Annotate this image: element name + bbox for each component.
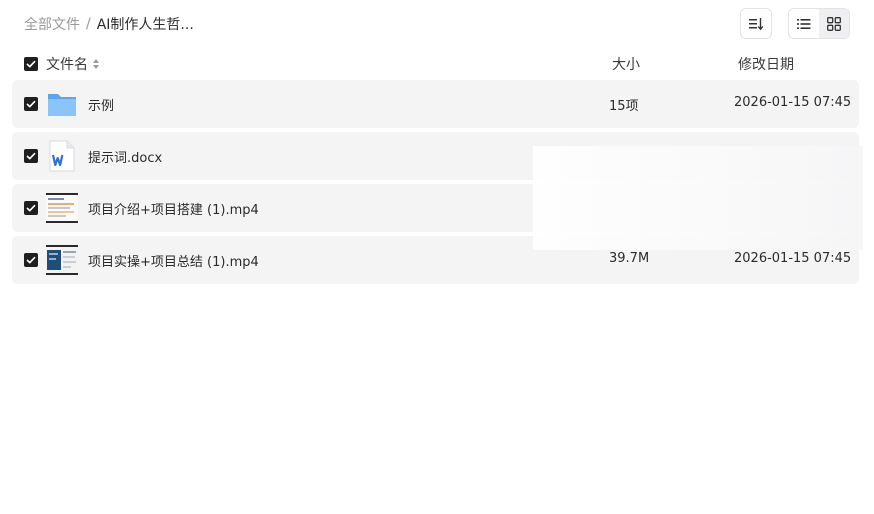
list-view-button[interactable] — [789, 9, 819, 38]
view-toggle — [788, 8, 850, 39]
list-view-icon — [797, 18, 811, 29]
file-name[interactable]: 示例 — [88, 95, 114, 114]
grid-view-button[interactable] — [819, 9, 849, 38]
video-thumbnail-icon — [46, 193, 78, 223]
word-doc-icon — [49, 140, 75, 172]
checkmark-icon — [26, 100, 36, 108]
row-checkbox[interactable] — [24, 253, 38, 267]
file-size: 15项 — [609, 99, 639, 114]
column-name-header[interactable]: 文件名 — [46, 54, 100, 74]
column-date-header[interactable]: 修改日期 — [738, 54, 794, 74]
checkmark-icon — [26, 204, 36, 212]
file-date: 2026-01-15 07:45 — [734, 251, 852, 266]
file-size: 39.7M — [609, 251, 650, 266]
breadcrumb-root[interactable]: 全部文件 — [24, 14, 80, 34]
sort-button[interactable] — [740, 8, 772, 39]
breadcrumb: 全部文件 / AI制作人生哲... — [24, 14, 194, 34]
sort-caret-icon — [93, 59, 99, 69]
breadcrumb-separator: / — [86, 16, 91, 32]
file-name[interactable]: 项目实操+项目总结 (1).mp4 — [88, 251, 259, 270]
file-row[interactable]: 示例 15项 2026-01-15 07:45 — [12, 80, 859, 128]
file-list-header: 文件名 大小 修改日期 — [12, 52, 859, 76]
breadcrumb-current: AI制作人生哲... — [96, 17, 194, 33]
video-thumbnail-icon — [46, 245, 78, 275]
file-name[interactable]: 项目介绍+项目搭建 (1).mp4 — [88, 199, 259, 218]
checkmark-icon — [26, 60, 36, 68]
row-checkbox[interactable] — [24, 97, 38, 111]
sort-lines-icon — [749, 17, 764, 30]
row-checkbox[interactable] — [24, 201, 38, 215]
folder-icon — [48, 94, 76, 116]
checkmark-icon — [26, 256, 36, 264]
file-date: 2026-01-15 07:45 — [734, 95, 852, 110]
column-name-label: 文件名 — [46, 57, 88, 73]
grid-view-icon — [827, 16, 841, 31]
column-size-header[interactable]: 大小 — [612, 54, 640, 74]
checkmark-icon — [26, 152, 36, 160]
file-name[interactable]: 提示词.docx — [88, 147, 162, 166]
hover-overlay — [533, 146, 863, 250]
select-all-checkbox[interactable] — [24, 57, 38, 71]
row-checkbox[interactable] — [24, 149, 38, 163]
